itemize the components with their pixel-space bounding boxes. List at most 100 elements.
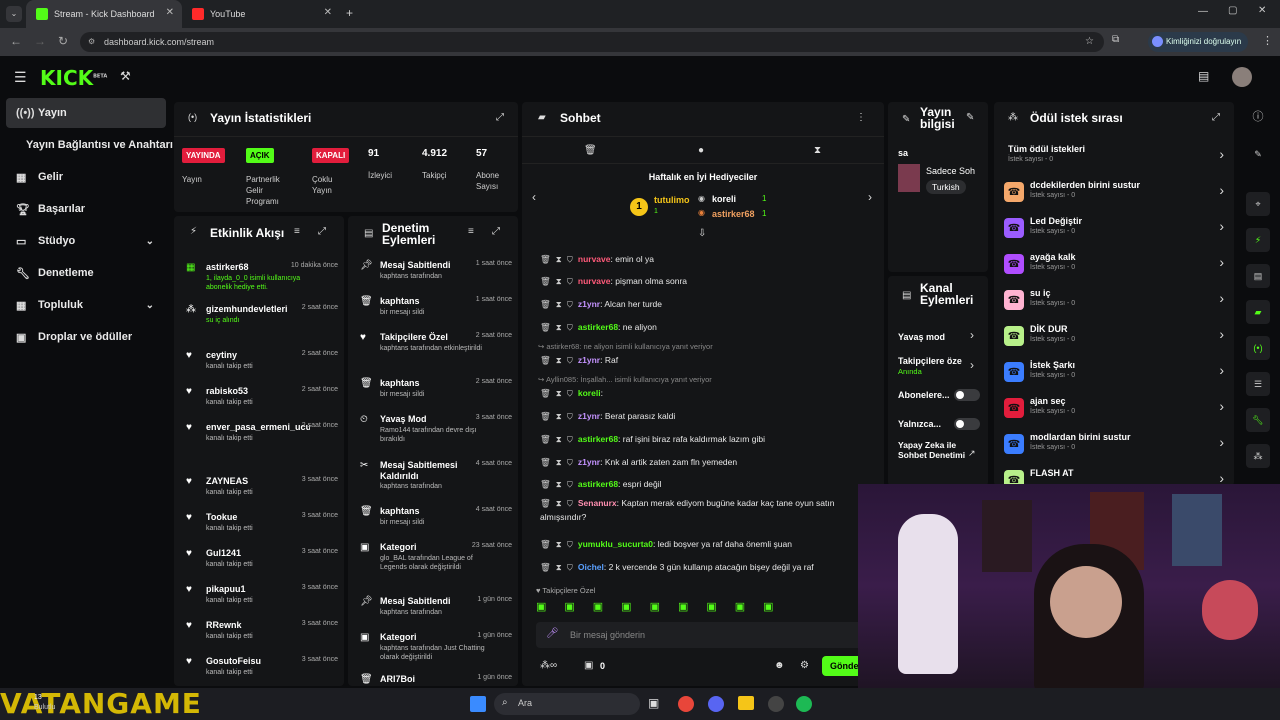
chat-username[interactable]: z1ynr: [578, 411, 600, 421]
sidebar-item-denetleme[interactable]: 🔧︎ Denetleme: [6, 258, 166, 288]
chat-username[interactable]: z1ynr: [578, 355, 600, 365]
mod-actions-icon[interactable]: 🗑︎⧗⛉: [540, 457, 578, 467]
reward-row[interactable]: ☎ dcdekilerden birini sustur İstek sayısı …: [994, 178, 1234, 214]
list-item[interactable]: ♥ rabisko53 2 saat önce kanalı takip etti: [174, 386, 344, 422]
focus-icon[interactable]: ⌖: [1246, 192, 1270, 216]
pen-icon[interactable]: ✎: [1246, 142, 1270, 166]
chat-message[interactable]: 🗑︎⧗⛉Senanurx: Kaptan merak ediyom bugüne…: [540, 496, 860, 524]
reward-row[interactable]: ☎ su iç İstek sayısı - 0 ›: [994, 286, 1234, 322]
list-icon[interactable]: ▤: [1246, 264, 1270, 288]
popout-icon[interactable]: ⤢: [318, 226, 326, 237]
close-window-icon[interactable]: ✕: [1258, 5, 1266, 16]
list-item[interactable]: ♥ GosutoFeisu 3 saat önce kanalı takip etti: [174, 656, 344, 686]
chat-bubble-icon[interactable]: ▰: [1246, 300, 1270, 324]
chat-message[interactable]: 🗑︎⧗⛉yumuklu_sucurta0: ledi boşver ya raf…: [540, 539, 792, 550]
mod-actions-icon[interactable]: 🗑︎⧗⛉: [540, 411, 578, 421]
browser-tab-youtube[interactable]: YouTube ✕: [182, 0, 340, 28]
reward-row[interactable]: ☎ İstek Şarkı İstek sayısı - 0 ›: [994, 358, 1234, 394]
chrome-icon[interactable]: [678, 696, 694, 712]
reward-row[interactable]: ☎ Led Değiştir İstek sayısı - 0 ›: [994, 214, 1234, 250]
sidebar-item-studyo[interactable]: ▭ Stüdyo ⌄: [6, 226, 166, 256]
sidebar-item-topluluk[interactable]: ▦ Topluluk ⌄: [6, 290, 166, 320]
chat-message[interactable]: 🗑︎⧗⛉koreli:: [540, 388, 603, 399]
bookmark-star-icon[interactable]: ☆: [1085, 32, 1094, 52]
profile-button[interactable]: Kimliğinizi doğrulayın: [1148, 32, 1248, 52]
lightning-icon[interactable]: ⚡︎: [1246, 228, 1270, 252]
mod-actions-icon[interactable]: 🗑︎⧗⛉: [540, 254, 578, 264]
tab-search-button[interactable]: ⌄: [6, 6, 22, 22]
more-options-icon[interactable]: ⋮: [856, 112, 866, 123]
menu-dots-icon[interactable]: ⋮: [1262, 34, 1273, 47]
mod-actions-icon[interactable]: 🗑︎⧗⛉: [540, 388, 578, 398]
file-explorer-icon[interactable]: [738, 696, 754, 710]
chat-message[interactable]: 🗑︎⧗⛉z1ynr: Alcan her turde: [540, 299, 662, 310]
emote-icon[interactable]: ☻: [774, 660, 785, 671]
extensions-icon[interactable]: ⧉: [1112, 34, 1119, 45]
mod-actions-icon[interactable]: 🗑︎⧗⛉: [540, 562, 578, 572]
obs-icon[interactable]: [768, 696, 784, 712]
sidebar-item-gelir[interactable]: ▦ Gelir: [6, 162, 166, 192]
chevron-right-icon[interactable]: ›: [970, 358, 974, 372]
list-item[interactable]: ▦ astirker68 10 dakika önce 1, ilayda_0_0 i…: [174, 262, 344, 298]
mod-actions-icon[interactable]: 🗑︎⧗⛉: [540, 479, 578, 489]
reload-icon[interactable]: ↻: [58, 34, 68, 48]
reward-row[interactable]: ☎ ajan seç İstek sayısı - 0 ›: [994, 394, 1234, 430]
site-info-icon[interactable]: ⚙: [88, 32, 95, 52]
popout-icon[interactable]: ⤢: [496, 112, 504, 123]
minimize-icon[interactable]: —: [1198, 6, 1208, 17]
broadcast-icon[interactable]: (•): [1246, 336, 1270, 360]
external-link-icon[interactable]: ↗: [968, 448, 976, 459]
reward-row[interactable]: ☎ modlardan birini sustur İstek sayısı - 0…: [994, 430, 1234, 466]
mic-icon[interactable]: 🎤︎: [546, 628, 559, 639]
chat-username[interactable]: nurvave: [578, 254, 611, 264]
trash-icon[interactable]: 🗑︎: [584, 145, 597, 156]
mod-actions-icon[interactable]: 🗑︎⧗⛉: [540, 434, 578, 444]
new-tab-icon[interactable]: +: [346, 6, 353, 20]
spotify-icon[interactable]: [796, 696, 812, 712]
layout-icon[interactable]: ▤: [1198, 69, 1209, 83]
settings-gear-icon[interactable]: ⚙: [800, 660, 809, 671]
edit-icon[interactable]: ✎: [966, 112, 974, 123]
popout-icon[interactable]: ⤢: [492, 226, 500, 237]
chat-input[interactable]: 🎤︎ Bir mesaj gönderin: [536, 622, 870, 648]
chat-username[interactable]: astirker68: [578, 434, 618, 444]
chat-message[interactable]: 🗑︎⧗⛉z1ynr: Knk al artik zaten zam fln ye…: [540, 457, 737, 468]
mod-actions-icon[interactable]: 🗑︎⧗⛉: [540, 322, 578, 332]
chat-message[interactable]: 🗑︎⧗⛉z1ynr: Berat parasız kaldi: [540, 411, 675, 422]
popout-icon[interactable]: ⤢: [1212, 112, 1220, 123]
chat-bubble-icon[interactable]: ●: [698, 145, 704, 156]
maximize-icon[interactable]: ▢: [1228, 5, 1237, 16]
url-input[interactable]: ⚙ dashboard.kick.com/stream ☆: [80, 32, 1104, 52]
browser-tab-kick[interactable]: Stream - Kick Dashboard ✕: [26, 0, 182, 28]
mod-actions-icon[interactable]: 🗑︎⧗⛉: [540, 355, 578, 365]
chevron-right-icon[interactable]: ›: [868, 190, 872, 204]
sidebar-item-droplar[interactable]: ▣ Droplar ve ödüller: [6, 322, 166, 352]
filter-icon[interactable]: ≡: [468, 226, 474, 237]
list-item[interactable]: ♥ Tookue 3 saat önce kanalı takip etti: [174, 512, 344, 548]
mod-actions-icon[interactable]: 🗑︎⧗⛉: [540, 539, 578, 549]
taskbar-search[interactable]: ⌕ Ara: [494, 693, 640, 715]
chat-message[interactable]: 🗑︎⧗⛉astirker68: raf işini biraz rafa kal…: [540, 434, 765, 445]
chat-username[interactable]: nurvave: [578, 276, 611, 286]
sidebar-item-yayin[interactable]: ((•)) Yayın: [6, 98, 166, 128]
chat-message[interactable]: 🗑︎⧗⛉nurvave: emin ol ya: [540, 254, 654, 265]
reward-row[interactable]: ☎ ayağa kalk İstek sayısı - 0 ›: [994, 250, 1234, 286]
user-avatar[interactable]: [1232, 67, 1252, 87]
back-icon[interactable]: ←: [10, 34, 22, 48]
chat-username[interactable]: astirker68: [578, 322, 618, 332]
start-icon[interactable]: [470, 696, 486, 712]
list-item[interactable]: ♥ ZAYNEAS 3 saat önce kanalı takip etti: [174, 476, 344, 512]
mod-actions-icon[interactable]: 🗑︎⧗⛉: [540, 498, 578, 508]
chevron-right-icon[interactable]: ›: [970, 328, 974, 342]
community-icon[interactable]: ⁂∞: [540, 660, 557, 671]
list-item[interactable]: ⁂ gizemhundevletleri 2 saat önce su iç alın…: [174, 304, 344, 340]
mod-actions-icon[interactable]: 🗑︎⧗⛉: [540, 276, 578, 286]
mod-actions-icon[interactable]: 🗑︎⧗⛉: [540, 299, 578, 309]
chat-message[interactable]: 🗑︎⧗⛉astirker68: ne aliyon: [540, 322, 657, 333]
chevron-left-icon[interactable]: ‹: [532, 190, 536, 204]
list-item[interactable]: ♥ ceytiny 2 saat önce kanalı takip etti: [174, 350, 344, 386]
chat-username[interactable]: Oichel: [578, 562, 604, 572]
emote-bar[interactable]: ▣▣▣▣▣▣▣▣▣: [536, 600, 856, 616]
reward-row[interactable]: ☎ FLASH AT ›: [994, 466, 1234, 486]
chat-message[interactable]: 🗑︎⧗⛉Oichel: 2 k vercende 3 gün kullanıp …: [540, 562, 814, 573]
